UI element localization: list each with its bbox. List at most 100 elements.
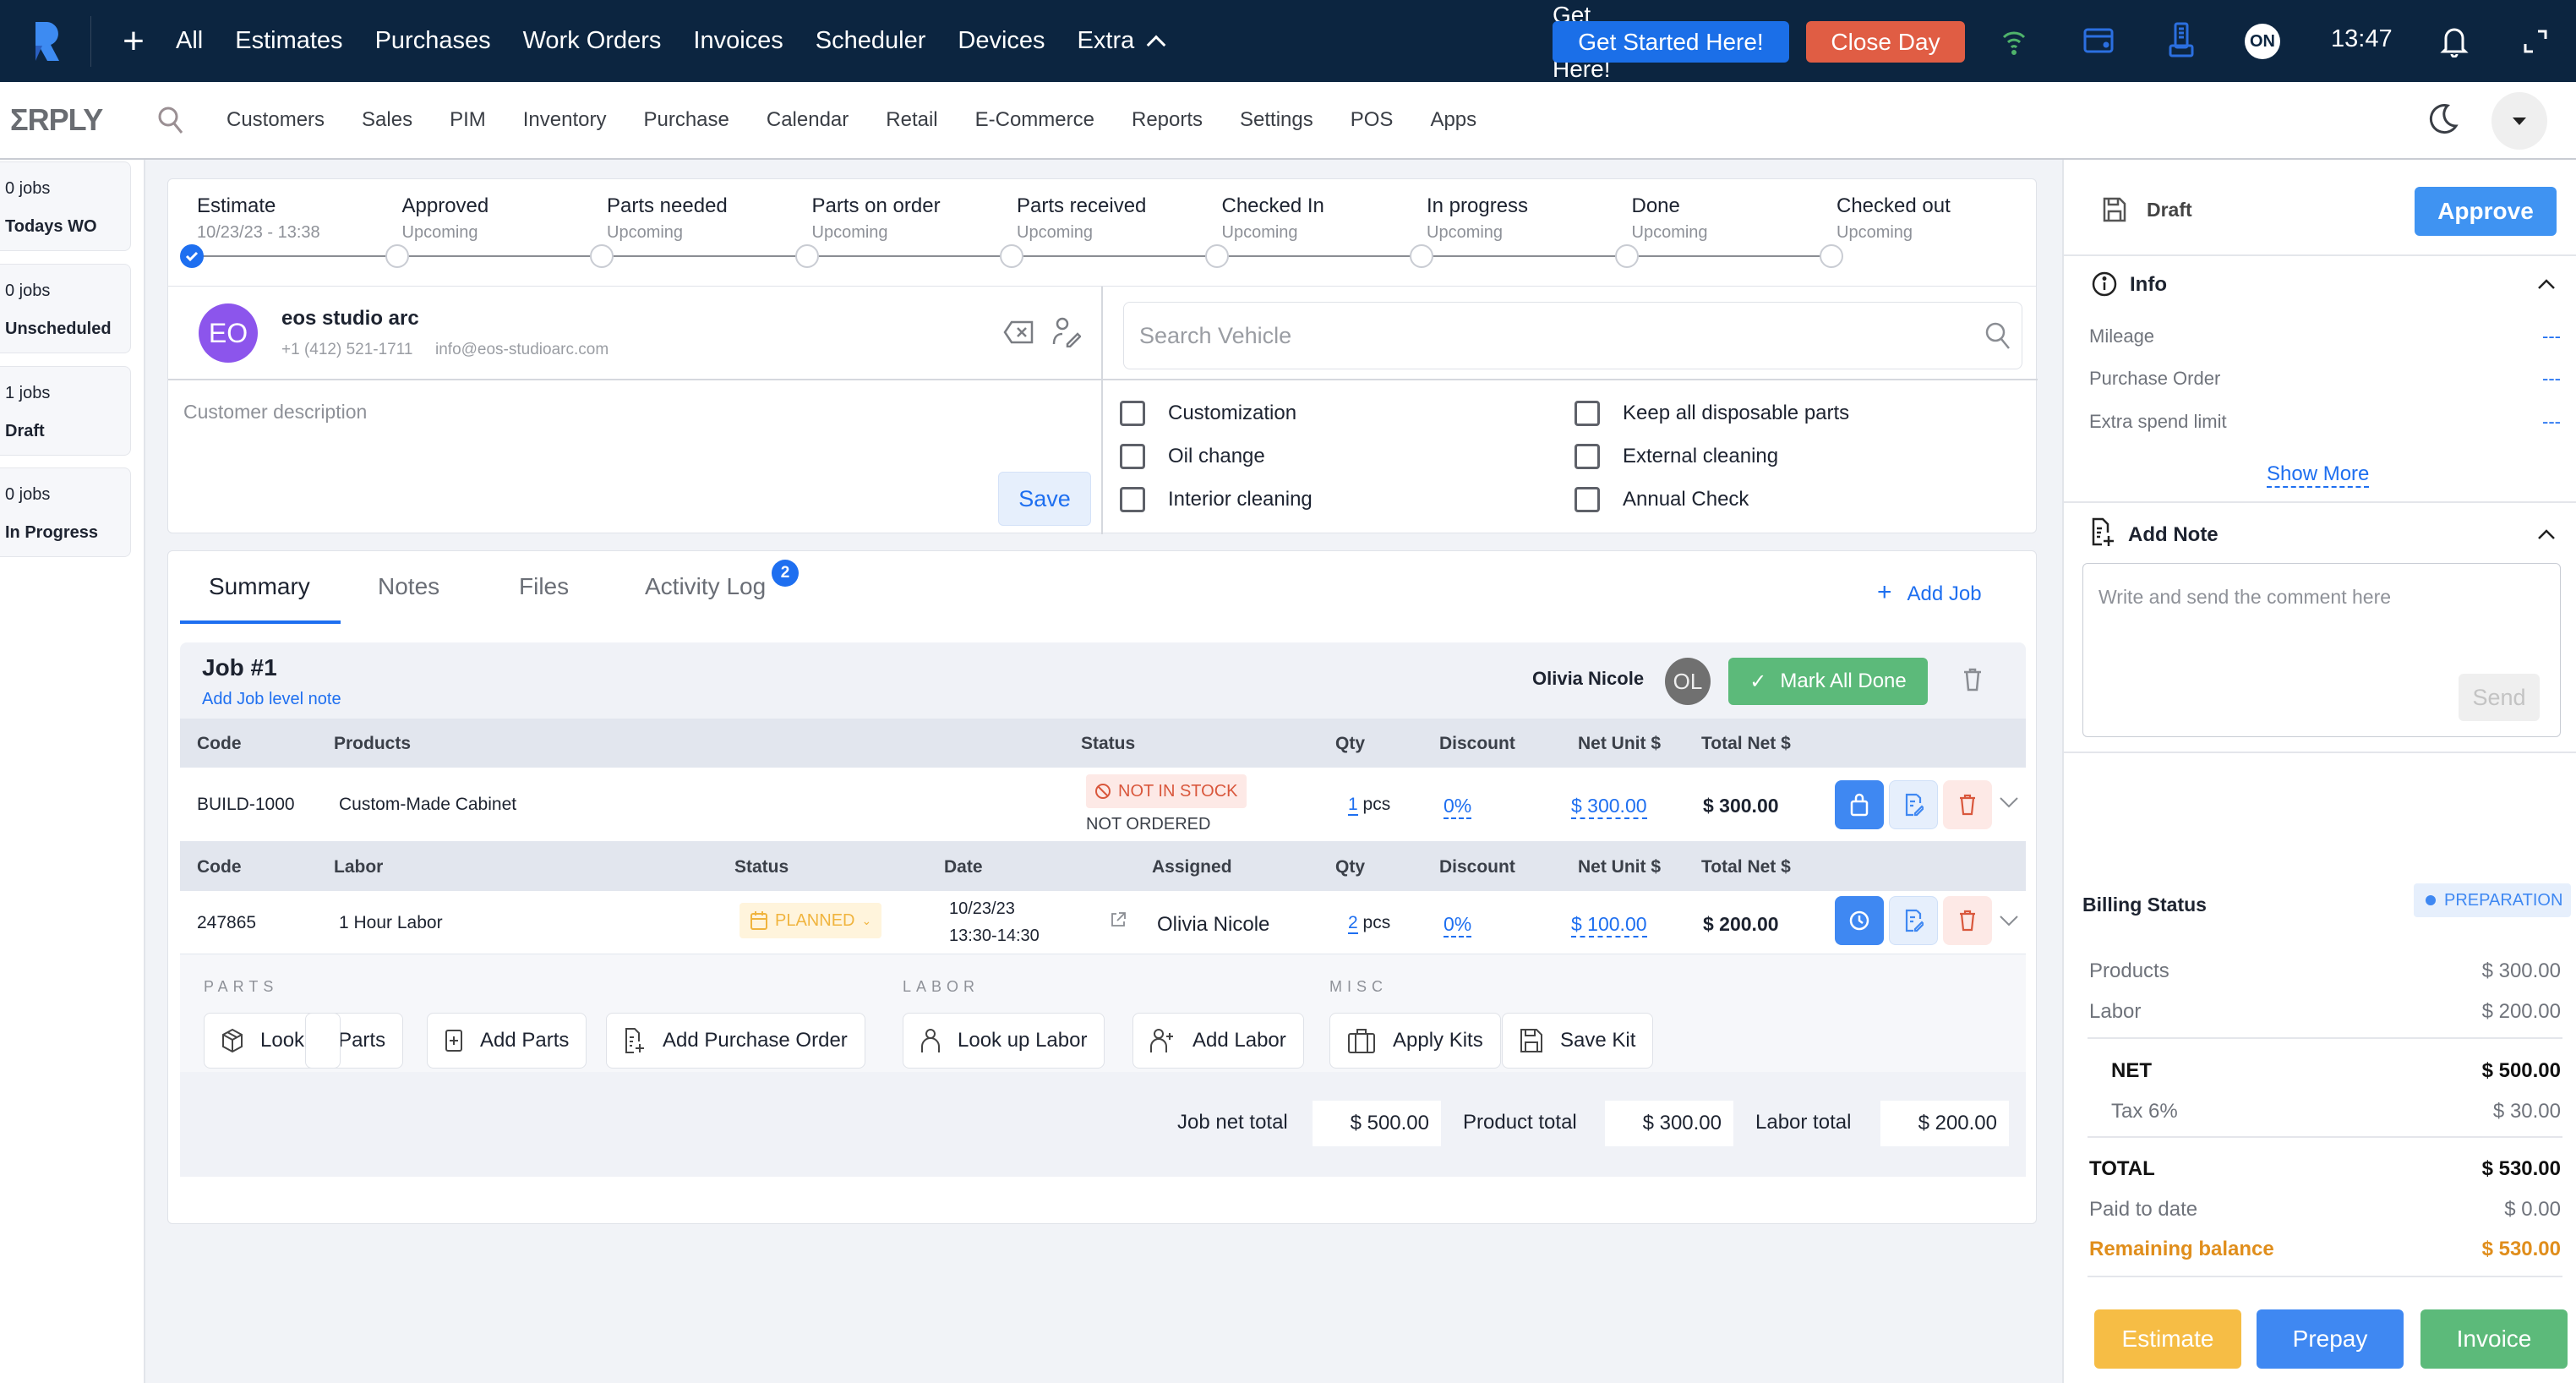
labor-qty[interactable]: 2 [1348, 913, 1358, 934]
wifi-icon[interactable] [1999, 25, 2029, 56]
prepay-button[interactable]: Prepay [2257, 1309, 2404, 1369]
apply-kits-button[interactable]: Apply Kits [1329, 1013, 1501, 1069]
checkbox-label[interactable]: Customization [1168, 402, 1296, 425]
nav-apps[interactable]: Apps [1430, 108, 1476, 132]
checkbox-customization[interactable] [1120, 401, 1145, 426]
add-new-button[interactable]: + [91, 22, 176, 60]
fullscreen-icon[interactable] [2523, 29, 2548, 54]
nav-reports[interactable]: Reports [1132, 108, 1203, 132]
step-pending-icon[interactable] [385, 244, 409, 268]
checkbox-label[interactable]: Interior cleaning [1168, 488, 1313, 511]
delete-product-button[interactable] [1943, 780, 1992, 829]
save-description-button[interactable]: Save [998, 472, 1091, 526]
dark-mode-icon[interactable] [2426, 102, 2459, 136]
add-job-button[interactable]: + Add Job [1877, 578, 1982, 607]
estimate-button[interactable]: Estimate [2094, 1309, 2241, 1369]
step-pending-icon[interactable] [1204, 244, 1229, 268]
sidebar-unscheduled[interactable]: 0 jobs Unscheduled [0, 264, 131, 353]
topnav-estimates[interactable]: Estimates [235, 27, 342, 55]
remove-customer-icon[interactable] [1003, 320, 1034, 344]
labor-name[interactable]: 1 Hour Labor [339, 913, 443, 933]
close-day-button[interactable]: Close Day [1806, 21, 1965, 63]
bell-icon[interactable] [2440, 24, 2469, 57]
nav-customers[interactable]: Customers [226, 108, 325, 132]
customer-description-input[interactable]: Customer description [183, 401, 367, 424]
sidebar-todays-wo[interactable]: 0 jobs Todays WO [0, 161, 131, 251]
edit-customer-icon[interactable] [1052, 317, 1081, 347]
app-logo[interactable] [0, 15, 91, 67]
add-purchase-order-button[interactable]: Add Purchase Order [606, 1013, 865, 1069]
product-net-unit[interactable]: $ 300.00 [1571, 795, 1647, 819]
nav-retail[interactable]: Retail [886, 108, 937, 132]
lookup-labor-button[interactable]: Look up Labor [903, 1013, 1105, 1069]
customer-description-area[interactable]: Customer description Save [168, 380, 1103, 534]
tab-summary[interactable]: Summary [209, 573, 310, 600]
checkbox-label[interactable]: External cleaning [1623, 445, 1778, 468]
account-menu-button[interactable] [2491, 92, 2547, 150]
step-pending-icon[interactable] [794, 244, 819, 268]
step-pending-icon[interactable] [590, 244, 614, 268]
collapse-info-icon[interactable] [2537, 278, 2556, 290]
sidebar-draft[interactable]: 1 jobs Draft [0, 366, 131, 456]
topnav-invoices[interactable]: Invoices [693, 27, 783, 55]
note-textarea[interactable]: Write and send the comment here Send [2082, 563, 2561, 737]
assignee-avatar[interactable]: OL [1665, 658, 1711, 705]
edit-product-button[interactable] [1889, 780, 1938, 829]
tab-notes[interactable]: Notes [378, 573, 439, 600]
product-discount[interactable]: 0% [1444, 795, 1472, 819]
nav-sales[interactable]: Sales [362, 108, 412, 132]
labor-assigned[interactable]: Olivia Nicole [1157, 913, 1269, 937]
labor-timer-button[interactable] [1835, 896, 1884, 945]
mark-all-done-button[interactable]: ✓ Mark All Done [1728, 658, 1928, 705]
nav-purchase[interactable]: Purchase [643, 108, 729, 132]
labor-net-unit[interactable]: $ 100.00 [1571, 913, 1647, 937]
checkbox-label[interactable]: Keep all disposable parts [1623, 402, 1849, 425]
edit-labor-button[interactable] [1889, 896, 1938, 945]
show-more-link[interactable]: Show More [2267, 462, 2370, 488]
step-parts-needed[interactable]: Parts needed Upcoming [607, 194, 728, 243]
expand-row-icon[interactable] [1999, 915, 2019, 927]
sidebar-in-progress[interactable]: 0 jobs In Progress [0, 467, 131, 557]
checkbox-oil-change[interactable] [1120, 444, 1145, 469]
nav-pos[interactable]: POS [1351, 108, 1394, 132]
checkbox-external-cleaning[interactable] [1575, 444, 1600, 469]
mileage-value[interactable]: --- [2542, 325, 2561, 347]
step-complete-icon[interactable] [180, 244, 204, 268]
step-pending-icon[interactable] [1000, 244, 1023, 268]
nav-settings[interactable]: Settings [1240, 108, 1313, 132]
expand-row-icon[interactable] [1999, 796, 2019, 808]
step-done[interactable]: Done Upcoming [1632, 194, 1708, 243]
delete-labor-button[interactable] [1943, 896, 1992, 945]
order-product-button[interactable] [1835, 780, 1884, 829]
invoice-button[interactable]: Invoice [2420, 1309, 2568, 1369]
topnav-all[interactable]: All [176, 27, 203, 55]
delete-job-icon[interactable] [1963, 668, 1982, 692]
checkbox-annual-check[interactable] [1575, 487, 1600, 512]
checkbox-interior-cleaning[interactable] [1120, 487, 1145, 512]
extra-spend-limit-value[interactable]: --- [2542, 411, 2561, 433]
step-approved[interactable]: Approved Upcoming [402, 194, 489, 243]
topnav-work-orders[interactable]: Work Orders [523, 27, 662, 55]
add-parts-button[interactable]: Add Parts [427, 1013, 587, 1069]
save-kit-button[interactable]: Save Kit [1502, 1013, 1654, 1069]
search-icon[interactable] [1984, 321, 2011, 350]
product-name[interactable]: Custom-Made Cabinet [339, 795, 516, 815]
add-labor-button[interactable]: Add Labor [1132, 1013, 1304, 1069]
topnav-purchases[interactable]: Purchases [375, 27, 491, 55]
send-note-button[interactable]: Send [2459, 674, 2540, 721]
add-job-note-link[interactable]: Add Job level note [202, 690, 341, 709]
open-schedule-icon[interactable] [1110, 911, 1127, 928]
checkbox-label[interactable]: Oil change [1168, 445, 1265, 468]
topnav-devices[interactable]: Devices [958, 27, 1045, 55]
customer-name[interactable]: eos studio arc [281, 307, 419, 331]
approve-button[interactable]: Approve [2415, 187, 2557, 236]
product-qty[interactable]: 1 [1348, 795, 1358, 816]
step-checked-out[interactable]: Checked out Upcoming [1836, 194, 1951, 243]
step-parts-received[interactable]: Parts received Upcoming [1017, 194, 1146, 243]
erply-logo[interactable]: ΣRPLY [10, 102, 128, 138]
step-in-progress[interactable]: In progress Upcoming [1427, 194, 1528, 243]
card-reader-icon[interactable] [2083, 27, 2114, 54]
step-estimate[interactable]: Estimate 10/23/23 - 13:38 [197, 194, 320, 243]
nav-inventory[interactable]: Inventory [523, 108, 607, 132]
nav-pim[interactable]: PIM [450, 108, 486, 132]
